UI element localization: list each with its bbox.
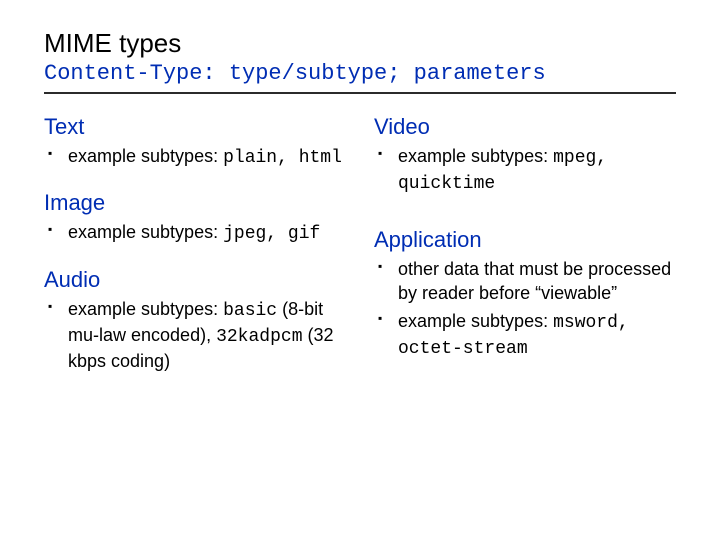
columns: Text example subtypes: plain, html Image… (44, 108, 676, 377)
heading-text: Text (44, 114, 346, 140)
item-code: plain, html (223, 148, 342, 168)
heading-audio: Audio (44, 267, 346, 293)
slide-subtitle: Content-Type: type/subtype; parameters (44, 61, 676, 86)
heading-image: Image (44, 190, 346, 216)
list-item: example subtypes: plain, html (48, 144, 346, 170)
item-prefix: example subtypes: (398, 311, 553, 331)
item-prefix: example subtypes: (398, 146, 553, 166)
item-prefix: example subtypes: (68, 222, 223, 242)
list-item: other data that must be processed by rea… (378, 257, 676, 306)
left-column: Text example subtypes: plain, html Image… (44, 108, 346, 377)
list-application: other data that must be processed by rea… (374, 257, 676, 362)
list-item: example subtypes: msword, octet-stream (378, 309, 676, 362)
list-image: example subtypes: jpeg, gif (44, 220, 346, 246)
item-prefix: example subtypes: (68, 299, 223, 319)
slide: MIME types Content-Type: type/subtype; p… (0, 0, 720, 397)
divider (44, 92, 676, 94)
item-code: basic (223, 301, 277, 321)
item-prefix: example subtypes: (68, 146, 223, 166)
heading-application: Application (374, 227, 676, 253)
list-item: example subtypes: jpeg, gif (48, 220, 346, 246)
list-audio: example subtypes: basic (8-bit mu-law en… (44, 297, 346, 374)
heading-video: Video (374, 114, 676, 140)
list-item: example subtypes: basic (8-bit mu-law en… (48, 297, 346, 374)
list-text: example subtypes: plain, html (44, 144, 346, 170)
list-item: example subtypes: mpeg, quicktime (378, 144, 676, 197)
slide-title: MIME types (44, 28, 676, 59)
item-code: 32kadpcm (216, 327, 302, 347)
right-column: Video example subtypes: mpeg, quicktime … (374, 108, 676, 377)
list-video: example subtypes: mpeg, quicktime (374, 144, 676, 197)
item-code: jpeg, gif (223, 224, 320, 244)
